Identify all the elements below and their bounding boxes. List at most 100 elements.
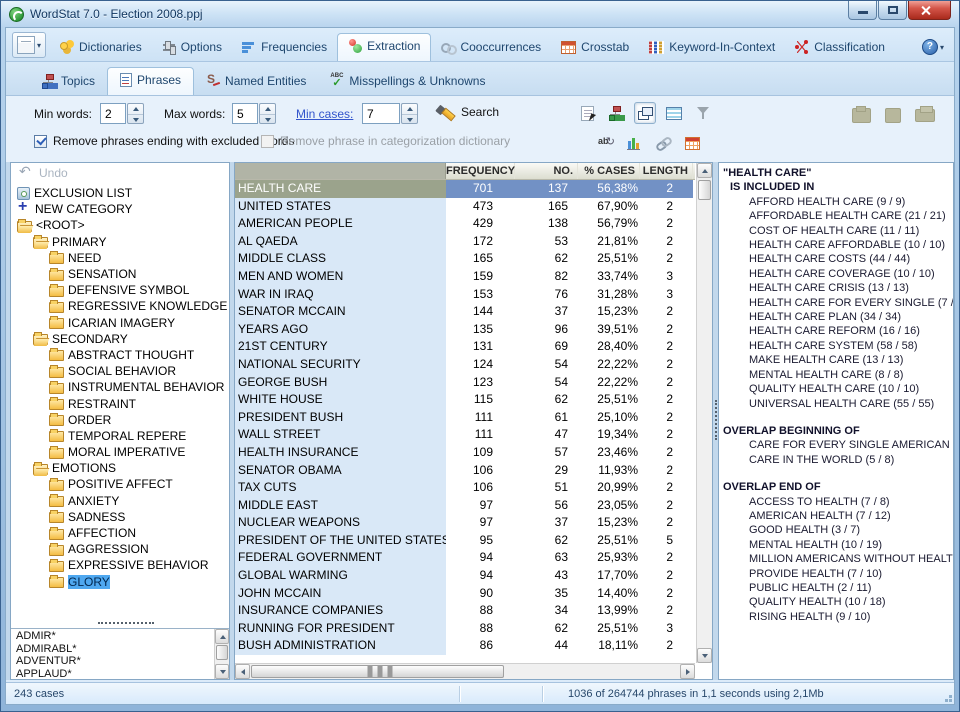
- tree-item-sadness[interactable]: SADNESS: [11, 509, 229, 525]
- table-row[interactable]: FEDERAL GOVERNMENT946325,93%2: [235, 549, 695, 567]
- list-item[interactable]: APPLAUD*: [11, 668, 213, 680]
- subtab-topics[interactable]: Topics: [30, 69, 107, 95]
- tree-item-icarian-imagery[interactable]: ICARIAN IMAGERY: [11, 315, 229, 331]
- report-button[interactable]: [576, 102, 598, 124]
- table-row[interactable]: AMERICAN PEOPLE42913856,79%2: [235, 215, 695, 233]
- tab-extraction[interactable]: Extraction: [337, 33, 431, 61]
- min-cases-link[interactable]: Min cases:: [296, 107, 353, 121]
- table-row[interactable]: YEARS AGO1359639,51%2: [235, 321, 695, 339]
- help-button[interactable]: ▾: [922, 39, 944, 55]
- scrollbar-thumb[interactable]: [251, 665, 504, 678]
- minimize-button[interactable]: [848, 1, 877, 20]
- tree-item-anxiety[interactable]: ANXIETY: [11, 493, 229, 509]
- column-header-no-cases[interactable]: NO. CASES: [515, 163, 578, 179]
- resize-grip[interactable]: [942, 692, 952, 702]
- scroll-right-button[interactable]: [680, 664, 695, 679]
- tree-item-exclusion-list[interactable]: EXCLUSION LIST: [11, 185, 229, 201]
- table-row[interactable]: GLOBAL WARMING944317,70%2: [235, 567, 695, 585]
- tree-item-temporal-repere[interactable]: TEMPORAL REPERE: [11, 428, 229, 444]
- tab-dictionaries[interactable]: Dictionaries: [50, 35, 152, 61]
- tree-item-affection[interactable]: AFFECTION: [11, 525, 229, 541]
- max-words-stepper[interactable]: [259, 103, 276, 124]
- table-row[interactable]: JOHN MCCAIN903514,40%2: [235, 585, 695, 603]
- subtab-misspellings-unknowns[interactable]: Misspellings & Unknowns: [318, 69, 497, 95]
- search-button[interactable]: Search: [436, 104, 499, 120]
- table-row[interactable]: BUSH ADMINISTRATION864418,11%2: [235, 637, 695, 655]
- scrollbar-thumb[interactable]: [216, 645, 228, 660]
- tree-item-abstract-thought[interactable]: ABSTRACT THOUGHT: [11, 347, 229, 363]
- tree-item-root[interactable]: <ROOT>: [11, 217, 229, 233]
- table-row[interactable]: MEN AND WOMEN1598233,74%3: [235, 268, 695, 286]
- close-button[interactable]: [908, 1, 951, 20]
- tree-item-new-category[interactable]: NEW CATEGORY: [11, 201, 229, 217]
- tree-item-moral-imperative[interactable]: MORAL IMPERATIVE: [11, 444, 229, 460]
- table-row[interactable]: HEALTH CARE70113756,38%2: [235, 180, 695, 198]
- tree-button[interactable]: [605, 102, 627, 124]
- tab-cooccurrences[interactable]: Cooccurrences: [431, 35, 551, 61]
- column-header-frequency[interactable]: FREQUENCY: [446, 163, 515, 179]
- table-row[interactable]: MIDDLE EAST975623,05%2: [235, 497, 695, 515]
- scroll-down-button[interactable]: [215, 664, 229, 679]
- table-row[interactable]: PRESIDENT BUSH1116125,10%2: [235, 409, 695, 427]
- tree-item-need[interactable]: NEED: [11, 250, 229, 266]
- exclude-words-checkbox[interactable]: Remove phrases ending with excluded word…: [34, 134, 294, 148]
- tree-item-instrumental-behavior[interactable]: INSTRUMENTAL BEHAVIOR: [11, 379, 229, 395]
- max-words-input[interactable]: [232, 103, 258, 124]
- scrollbar-thumb[interactable]: [698, 180, 711, 200]
- tree-item-primary[interactable]: PRIMARY: [11, 234, 229, 250]
- tree-item-secondary[interactable]: SECONDARY: [11, 331, 229, 347]
- chain-button[interactable]: [652, 132, 674, 154]
- min-words-stepper[interactable]: [127, 103, 144, 124]
- maximize-button[interactable]: [878, 1, 907, 20]
- table-row[interactable]: TAX CUTS1065120,99%2: [235, 479, 695, 497]
- column-header-phrase[interactable]: [235, 163, 446, 179]
- word-list-scrollbar[interactable]: [214, 629, 229, 679]
- barchart-button[interactable]: [623, 132, 645, 154]
- tab-options[interactable]: Options: [152, 35, 232, 61]
- list-item[interactable]: ADVENTUR*: [11, 655, 213, 668]
- undo-button[interactable]: Undo: [11, 163, 229, 183]
- table-row[interactable]: AL QAEDA1725321,81%2: [235, 233, 695, 251]
- column-header-pct-cases[interactable]: % CASES: [578, 163, 640, 179]
- table-row[interactable]: WHITE HOUSE1156225,51%2: [235, 391, 695, 409]
- min-words-input[interactable]: [100, 103, 126, 124]
- tree-item-aggression[interactable]: AGGRESSION: [11, 541, 229, 557]
- table-row[interactable]: RUNNING FOR PRESIDENT886225,51%3: [235, 620, 695, 638]
- min-cases-stepper[interactable]: [401, 103, 418, 124]
- table-row[interactable]: WALL STREET1114719,34%2: [235, 426, 695, 444]
- table-row[interactable]: SENATOR OBAMA1062911,93%2: [235, 462, 695, 480]
- tree-list-splitter[interactable]: [11, 619, 229, 627]
- table-row[interactable]: HEALTH INSURANCE1095723,46%2: [235, 444, 695, 462]
- table-row[interactable]: PRESIDENT OF THE UNITED STATES956225,51%…: [235, 532, 695, 550]
- table-row[interactable]: 21ST CENTURY1316928,40%2: [235, 338, 695, 356]
- file-menu-button[interactable]: ▾: [12, 32, 46, 58]
- table-row[interactable]: MIDDLE CLASS1656225,51%2: [235, 250, 695, 268]
- tree-item-defensive-symbol[interactable]: DEFENSIVE SYMBOL: [11, 282, 229, 298]
- hlist-button[interactable]: [663, 102, 685, 124]
- tree-item-emotions[interactable]: EMOTIONS: [11, 460, 229, 476]
- list-item[interactable]: ADMIRABL*: [11, 643, 213, 656]
- min-cases-input[interactable]: [362, 103, 400, 124]
- table-horizontal-scrollbar[interactable]: [235, 663, 695, 679]
- titlebar[interactable]: WordStat 7.0 - Election 2008.ppj: [1, 1, 959, 27]
- table-row[interactable]: UNITED STATES47316567,90%2: [235, 198, 695, 216]
- tree-item-regressive-knowledge[interactable]: REGRESSIVE KNOWLEDGE: [11, 298, 229, 314]
- scroll-down-button[interactable]: [697, 648, 712, 663]
- tab-keyword-in-context[interactable]: Keyword-In-Context: [639, 35, 785, 61]
- table-row[interactable]: GEORGE BUSH1235422,22%2: [235, 374, 695, 392]
- table-row[interactable]: INSURANCE COMPANIES883413,99%2: [235, 602, 695, 620]
- abc-redo-button[interactable]: [594, 132, 616, 154]
- table-row[interactable]: WAR IN IRAQ1537631,28%3: [235, 286, 695, 304]
- scroll-left-button[interactable]: [235, 664, 250, 679]
- table-row[interactable]: NUCLEAR WEAPONS973715,23%2: [235, 514, 695, 532]
- tree-item-restraint[interactable]: RESTRAINT: [11, 395, 229, 411]
- tree-item-positive-affect[interactable]: POSITIVE AFFECT: [11, 476, 229, 492]
- tab-crosstab[interactable]: Crosstab: [551, 35, 639, 61]
- table-row[interactable]: NATIONAL SECURITY1245422,22%2: [235, 356, 695, 374]
- column-header-length[interactable]: LENGTH: [640, 163, 693, 179]
- scroll-up-button[interactable]: [697, 163, 712, 178]
- subtab-phrases[interactable]: Phrases: [107, 67, 194, 95]
- table-vertical-scrollbar[interactable]: [696, 163, 712, 663]
- table-row[interactable]: SENATOR MCCAIN1443715,23%2: [235, 303, 695, 321]
- tree-item-social-behavior[interactable]: SOCIAL BEHAVIOR: [11, 363, 229, 379]
